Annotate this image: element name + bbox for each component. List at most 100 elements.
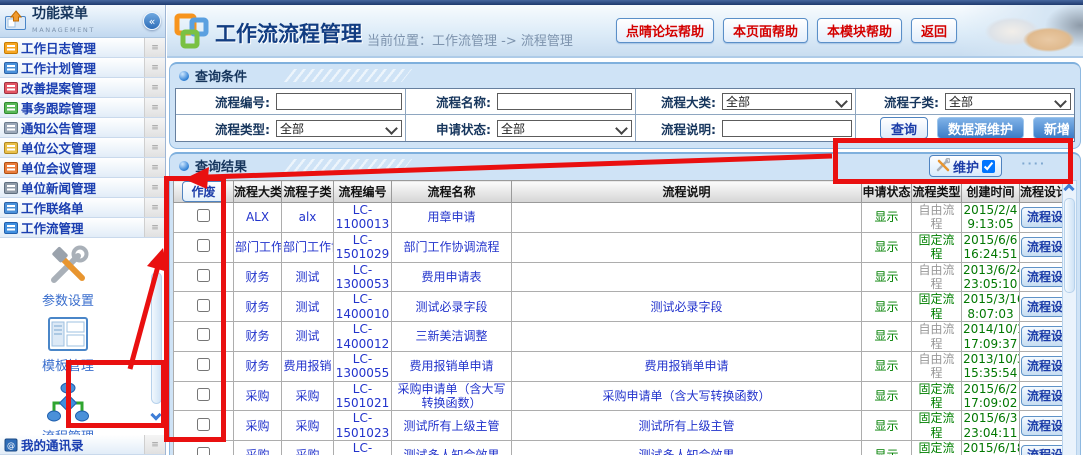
- news-icon: [4, 181, 18, 195]
- table-row: 采购 采购 LC- 1501021 采购申请单（含大写转换函数） 采购申请单（含…: [174, 381, 1065, 411]
- submenu-scrollbar[interactable]: [149, 258, 164, 419]
- submenu-item-parameter-settings[interactable]: 参数设置: [12, 244, 124, 309]
- cell-category: 部门工作协调: [234, 232, 282, 262]
- panel-stripes-decoration: [284, 159, 412, 172]
- cell-subcategory: 测试: [282, 292, 334, 322]
- subcategory-value: 全部: [949, 93, 973, 110]
- drag-handle-icon: ≡: [144, 118, 165, 137]
- void-checkbox[interactable]: [197, 328, 210, 341]
- scroll-down-icon[interactable]: [150, 409, 161, 420]
- type-select[interactable]: 全部: [276, 120, 402, 137]
- contacts-icon: @: [4, 438, 18, 452]
- void-checkbox[interactable]: [197, 269, 210, 282]
- cell-description: 测试多人知会效果: [512, 441, 862, 455]
- cell-name: 测试多人知会效果: [392, 441, 512, 455]
- sidebar-item-3[interactable]: 改善提案管理 ≡: [0, 78, 165, 98]
- cell-status: 显示: [862, 292, 912, 322]
- void-checkbox[interactable]: [197, 358, 210, 371]
- cell-design: 流程设计: [1020, 411, 1065, 441]
- process-name-input[interactable]: [497, 93, 632, 110]
- cell-category: ALX: [234, 203, 282, 233]
- flow-design-button[interactable]: 流程设计: [1021, 386, 1065, 406]
- cell-name: 费用申请表: [392, 262, 512, 292]
- table-scrollbar[interactable]: [1062, 180, 1077, 455]
- page-help-button[interactable]: 本页面帮助: [723, 18, 808, 43]
- table-row: 财务 费用报销 LC- 1300055 费用报销单申请 费用报销单申请 显示 自…: [174, 351, 1065, 381]
- flow-design-button[interactable]: 流程设计: [1021, 416, 1065, 436]
- scrollbar-thumb[interactable]: [151, 272, 162, 404]
- query-panel-header: 查询条件: [170, 64, 1080, 87]
- column-header-3: 流程子类: [282, 181, 334, 203]
- cell-status: 显示: [862, 322, 912, 352]
- datasource-maintenance-button[interactable]: 数据源维护: [937, 117, 1024, 139]
- search-button[interactable]: 查询: [880, 117, 928, 139]
- cell-subcategory: 采购: [282, 411, 334, 441]
- void-checkbox[interactable]: [197, 418, 210, 431]
- column-header-2: 流程大类: [234, 181, 282, 203]
- sidebar-collapse-button[interactable]: «: [143, 12, 161, 30]
- cell-description: [512, 322, 862, 352]
- flow-design-button[interactable]: 流程设计: [1021, 445, 1065, 455]
- sidebar-item-contacts[interactable]: @ 我的通讯录 ≡: [0, 435, 165, 455]
- cell-description: [512, 203, 862, 233]
- maintain-checkbox[interactable]: [982, 160, 995, 173]
- void-column-button[interactable]: 作废: [182, 181, 224, 202]
- flow-design-button[interactable]: 流程设计: [1021, 237, 1065, 257]
- sidebar-item-5[interactable]: 通知公告管理 ≡: [0, 118, 165, 138]
- sidebar-item-9[interactable]: 工作联络单 ≡: [0, 198, 165, 218]
- sidebar-item-10[interactable]: 工作流管理 ≡: [0, 218, 165, 238]
- workflow-management-app: 功能菜单 MANAGEMENT « 工作日志管理 ≡ 工作计划管理 ≡ 改善提案…: [0, 0, 1083, 455]
- sidebar-item-4[interactable]: 事务跟踪管理 ≡: [0, 98, 165, 118]
- cell-code: LC- 1501022: [334, 441, 392, 455]
- sidebar-item-label: 单位会议管理: [21, 158, 144, 177]
- forum-help-button[interactable]: 点晴论坛帮助: [616, 18, 714, 43]
- subcategory-label: 流程子类:: [856, 89, 942, 115]
- back-button[interactable]: 返回: [911, 18, 957, 43]
- flow-design-button[interactable]: 流程设计: [1021, 267, 1065, 287]
- void-checkbox[interactable]: [197, 299, 210, 312]
- flow-design-button[interactable]: 流程设计: [1021, 356, 1065, 376]
- flow-design-button[interactable]: 流程设计: [1021, 207, 1065, 227]
- maintain-button[interactable]: 维护: [929, 155, 1002, 177]
- scroll-up-icon[interactable]: [1063, 183, 1074, 194]
- cell-created: 2015/6/3 23:04:11: [962, 411, 1020, 441]
- cell-flow-type: 固定流程: [912, 292, 962, 322]
- drag-handle-icon: ≡: [144, 435, 165, 454]
- scroll-up-icon[interactable]: [150, 256, 161, 267]
- sidebar-item-6[interactable]: 单位公文管理 ≡: [0, 138, 165, 158]
- cell-code: LC- 1300053: [334, 262, 392, 292]
- void-checkbox[interactable]: [197, 209, 210, 222]
- sidebar-item-1[interactable]: 工作日志管理 ≡: [0, 38, 165, 58]
- sidebar-item-label: 单位新闻管理: [21, 178, 144, 197]
- process-no-input[interactable]: [276, 93, 402, 110]
- submenu-item-template-management[interactable]: 模板管理: [12, 317, 124, 374]
- void-checkbox-cell: [174, 441, 234, 455]
- notice-icon: [4, 121, 18, 135]
- header-buttons: 点晴论坛帮助本页面帮助本模块帮助返回: [616, 18, 957, 43]
- subcategory-select[interactable]: 全部: [945, 93, 1071, 110]
- query-results-panel: 查询结果 维护 ···· 作废流程大类流程子类流程编号流程名称流程说明申请状态流…: [169, 152, 1081, 455]
- process-no-cell: [273, 89, 406, 115]
- query-form: 流程编号: 流程名称: 流程大类: 全部 流程子类: 全部 流程类型: 全部 申…: [175, 88, 1075, 142]
- sidebar-item-7[interactable]: 单位会议管理 ≡: [0, 158, 165, 178]
- void-checkbox[interactable]: [197, 239, 210, 252]
- status-select[interactable]: 全部: [497, 120, 632, 137]
- category-select[interactable]: 全部: [722, 93, 852, 110]
- void-checkbox[interactable]: [197, 447, 210, 455]
- void-checkbox[interactable]: [197, 388, 210, 401]
- workflow-icon: [4, 221, 18, 235]
- sidebar-subtitle: MANAGEMENT: [32, 26, 95, 34]
- desc-input[interactable]: [722, 120, 852, 137]
- cell-subcategory: 测试: [282, 322, 334, 352]
- table-row: 财务 测试 LC- 1300053 费用申请表 显示 自由流程 2013/6/2…: [174, 262, 1065, 292]
- sidebar-item-2[interactable]: 工作计划管理 ≡: [0, 58, 165, 78]
- cell-name: 采购申请单（含大写转换函数）: [392, 381, 512, 411]
- flow-design-button[interactable]: 流程设计: [1021, 297, 1065, 317]
- flow-design-button[interactable]: 流程设计: [1021, 326, 1065, 346]
- subcategory-cell: 全部: [942, 89, 1074, 115]
- module-help-button[interactable]: 本模块帮助: [817, 18, 902, 43]
- submenu-item-flow-management[interactable]: 流程管理: [12, 382, 124, 435]
- scrollbar-thumb[interactable]: [1064, 198, 1075, 293]
- sidebar-item-8[interactable]: 单位新闻管理 ≡: [0, 178, 165, 198]
- cell-name: 三新美洁调整: [392, 322, 512, 352]
